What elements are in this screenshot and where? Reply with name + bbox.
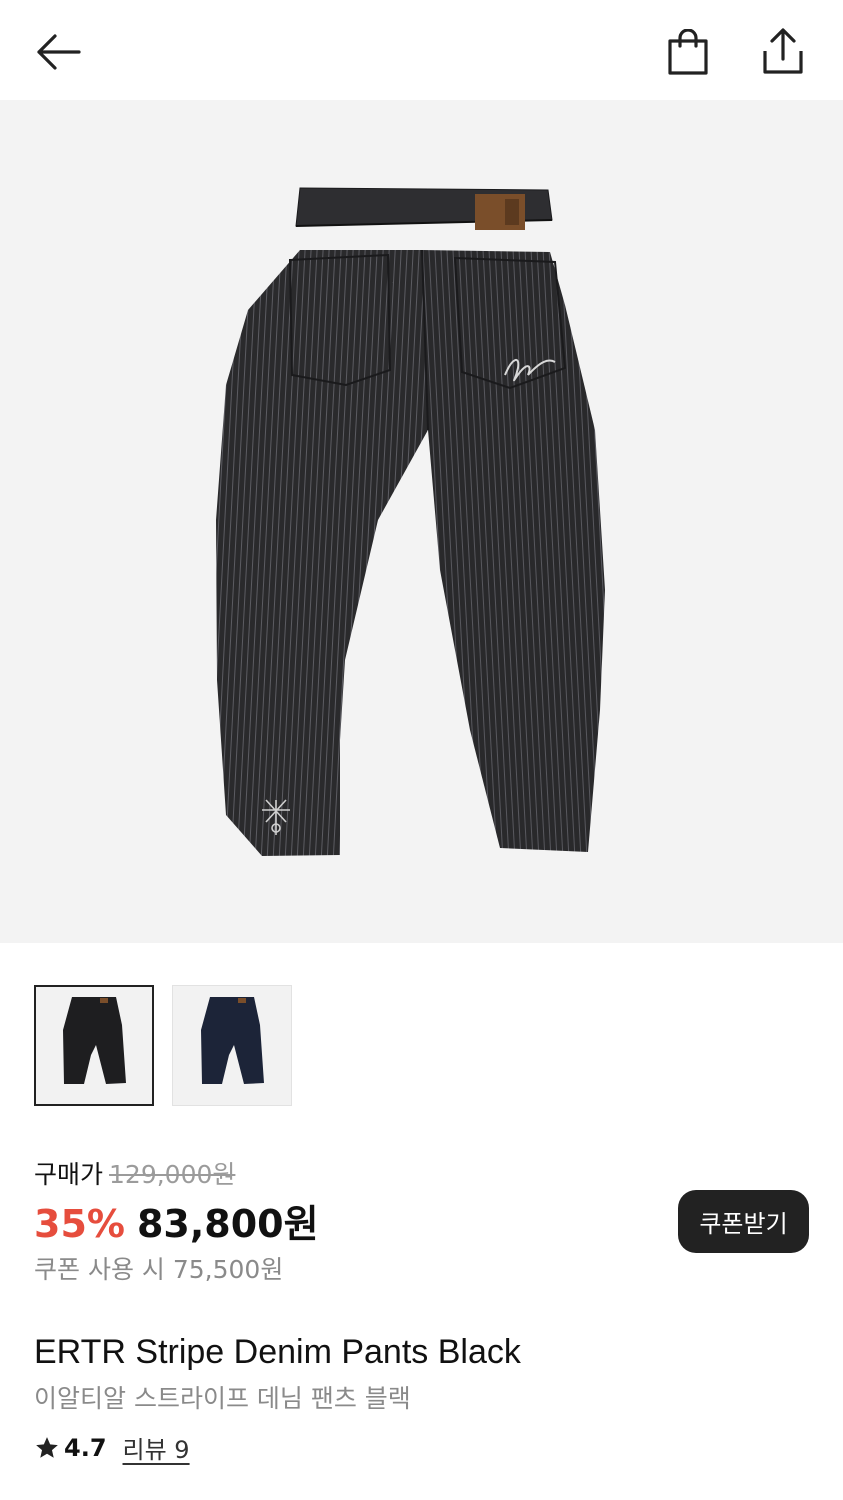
rating-row: 4.7 리뷰 9 xyxy=(34,1430,190,1465)
get-coupon-button[interactable]: 쿠폰받기 xyxy=(678,1190,809,1253)
product-name-korean: 이알티알 스트라이프 데님 팬츠 블랙 xyxy=(34,1384,411,1413)
original-price: 129,000원 xyxy=(109,1160,236,1189)
share-upload-icon xyxy=(763,28,803,74)
sale-price: 83,800원 xyxy=(136,1202,319,1246)
rating-value: 4.7 xyxy=(64,1433,107,1462)
arrow-left-icon xyxy=(37,34,81,70)
coupon-price-text: 쿠폰 사용 시 75,500원 xyxy=(34,1255,284,1284)
price-label-row: 구매가 129,000원 xyxy=(34,1155,235,1191)
product-main-image xyxy=(216,187,605,856)
back-button[interactable] xyxy=(28,22,88,82)
review-link[interactable]: 리뷰 9 xyxy=(123,1430,190,1465)
cart-button[interactable] xyxy=(658,22,718,82)
product-name-english: ERTR Stripe Denim Pants Black xyxy=(34,1333,521,1371)
share-button[interactable] xyxy=(752,20,814,82)
product-image-carousel[interactable] xyxy=(0,100,843,943)
thumbnail-strip xyxy=(34,985,292,1106)
thumbnail-navy[interactable] xyxy=(172,985,292,1106)
sale-price-row: 35% 83,800원 xyxy=(34,1193,319,1248)
thumbnail-black-image xyxy=(63,997,126,1084)
thumbnail-navy-image xyxy=(201,997,264,1084)
shopping-bag-icon xyxy=(668,29,708,75)
star-icon xyxy=(36,1436,58,1458)
price-label: 구매가 xyxy=(34,1160,104,1189)
thumbnail-black[interactable] xyxy=(34,985,154,1106)
top-navigation-bar xyxy=(0,0,843,100)
discount-rate: 35% xyxy=(34,1202,125,1246)
